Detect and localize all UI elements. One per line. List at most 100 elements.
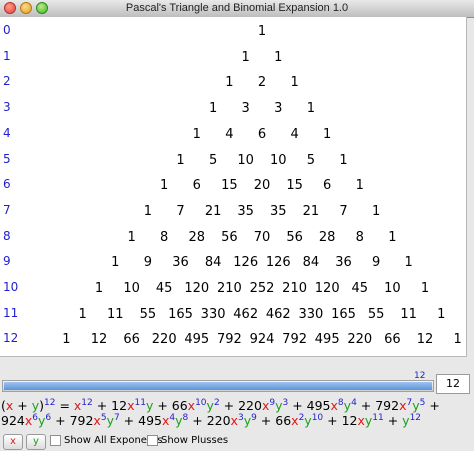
triangle-cell: 120 — [184, 281, 210, 296]
triangle-cell: 120 — [314, 281, 340, 296]
y-variable: y — [106, 413, 114, 428]
triangle-cell: 1 — [160, 178, 169, 194]
triangle-cell: 8 — [355, 229, 364, 245]
triangle-cell: 1 — [355, 178, 364, 194]
triangle-cell: 1 — [111, 255, 120, 271]
row-number: 8 — [3, 228, 11, 243]
coefficient: 12 — [111, 398, 128, 413]
power-slider[interactable] — [2, 380, 434, 392]
row-number: 9 — [3, 254, 11, 269]
triangle-cell: 1 — [257, 24, 267, 39]
plus-sign: + — [356, 398, 376, 413]
triangle-cell: 10 — [270, 152, 287, 168]
row-number: 10 — [3, 280, 19, 294]
expansion-term: 66x2y10 — [275, 413, 323, 428]
expansion-term: 12xy11 — [342, 413, 384, 428]
exponent: 12 — [44, 398, 56, 408]
x-variable: x — [230, 413, 238, 428]
title-bar: Pascal's Triangle and Binomial Expansion… — [0, 0, 474, 18]
triangle-cell: 56 — [221, 229, 238, 245]
triangle-cell: 45 — [155, 281, 173, 296]
plus-sign: + — [92, 398, 112, 413]
coefficient: 12 — [341, 413, 358, 428]
exponent: 10 — [311, 413, 324, 423]
triangle-cell: 7 — [176, 203, 185, 219]
triangle-cell: 15 — [221, 178, 238, 194]
triangle-cell: 126 — [265, 255, 291, 271]
triangle-cell: 35 — [270, 203, 287, 219]
row-number: 12 — [3, 331, 19, 346]
triangle-cell: 56 — [286, 229, 303, 245]
triangle-cell: 165 — [331, 306, 356, 322]
triangle-cell: 10 — [384, 281, 401, 296]
pascal-triangle-panel: 0 1 1 1 1 2 1 2 1 3 1 3 3 1 4 1 4 6 4 1 5 1 5 10 10 5 1 6 1 6 15 20 15 6 1… — [0, 17, 467, 357]
triangle-cell: 210 — [216, 281, 242, 296]
x-variable: x — [93, 413, 101, 428]
show-plusses-checkbox[interactable] — [147, 435, 158, 446]
triangle-cell: 1 — [241, 49, 250, 65]
triangle-cell: 21 — [302, 203, 320, 219]
binomial-expansion: (x + y)12 = x12 + 12x11y + 66x10y2 + 220… — [1, 398, 471, 428]
triangle-cell: 35 — [237, 203, 254, 219]
y-variable: y — [243, 413, 252, 428]
coefficient: 792 — [69, 413, 94, 428]
triangle-cell: 21 — [204, 203, 222, 219]
row-number: 6 — [3, 177, 11, 192]
triangle-cell: 70 — [253, 229, 271, 245]
triangle-cell: 20 — [253, 178, 271, 194]
row-number: 1 — [3, 48, 11, 63]
triangle-cell: 1 — [127, 229, 136, 245]
power-input[interactable]: 12 — [436, 374, 470, 394]
triangle-cell: 1 — [306, 101, 316, 117]
triangle-cell: 66 — [384, 332, 401, 348]
triangle-cell: 10 — [123, 281, 140, 296]
coefficient: 495 — [306, 398, 331, 413]
y-variable: y — [275, 398, 283, 413]
triangle-cell: 330 — [298, 306, 324, 322]
triangle-cell: 12 — [416, 332, 434, 348]
plus-sign: + — [188, 413, 207, 428]
triangle-cell: 4 — [290, 126, 299, 142]
triangle-cell: 126 — [233, 255, 259, 271]
triangle-cell: 55 — [367, 306, 385, 322]
row-number: 4 — [3, 125, 11, 140]
triangle-cell: 220 — [151, 332, 177, 348]
window-title: Pascal's Triangle and Binomial Expansion… — [125, 2, 349, 14]
triangle-cell: 10 — [237, 152, 254, 168]
triangle-cell: 1 — [388, 229, 397, 245]
triangle-cell: 2 — [257, 75, 267, 91]
exponent: 12 — [409, 413, 422, 423]
y-variable: y — [175, 413, 183, 428]
y-button[interactable]: y — [26, 434, 46, 450]
exponent: 11 — [134, 398, 146, 408]
triangle-cell: 1 — [420, 281, 430, 296]
triangle-cell: 45 — [351, 281, 369, 296]
power-slider-fill — [4, 382, 432, 390]
triangle-cell: 11 — [400, 306, 417, 322]
y-variable: y — [343, 398, 352, 413]
triangle-cell: 6 — [323, 178, 332, 194]
triangle-cell: 1 — [208, 101, 218, 117]
triangle-cell: 462 — [233, 306, 259, 322]
plus-sign: + — [425, 398, 440, 413]
triangle-cell: 5 — [306, 152, 316, 168]
triangle-cell: 792 — [282, 332, 308, 348]
expansion-term: 220x3y9 — [207, 413, 257, 428]
triangle-cell: 924 — [249, 332, 275, 348]
row-number: 11 — [3, 305, 19, 320]
plus-sign: + — [219, 398, 239, 413]
triangle-cell: 4 — [225, 126, 234, 142]
triangle-cell: 9 — [143, 255, 153, 271]
triangle-cell: 252 — [249, 281, 275, 296]
triangle-cell: 28 — [188, 229, 206, 245]
triangle-cell: 84 — [302, 255, 320, 271]
triangle-cell: 1 — [143, 203, 153, 219]
show-all-exponents-checkbox[interactable] — [50, 435, 61, 446]
triangle-cell: 1 — [225, 75, 234, 91]
coefficient: 792 — [375, 398, 400, 413]
triangle-cell: 8 — [160, 229, 169, 245]
x-button[interactable]: x — [3, 434, 23, 450]
triangle-cell: 1 — [176, 152, 185, 168]
triangle-cell: 330 — [200, 306, 226, 322]
triangle-cell: 1 — [192, 126, 201, 142]
